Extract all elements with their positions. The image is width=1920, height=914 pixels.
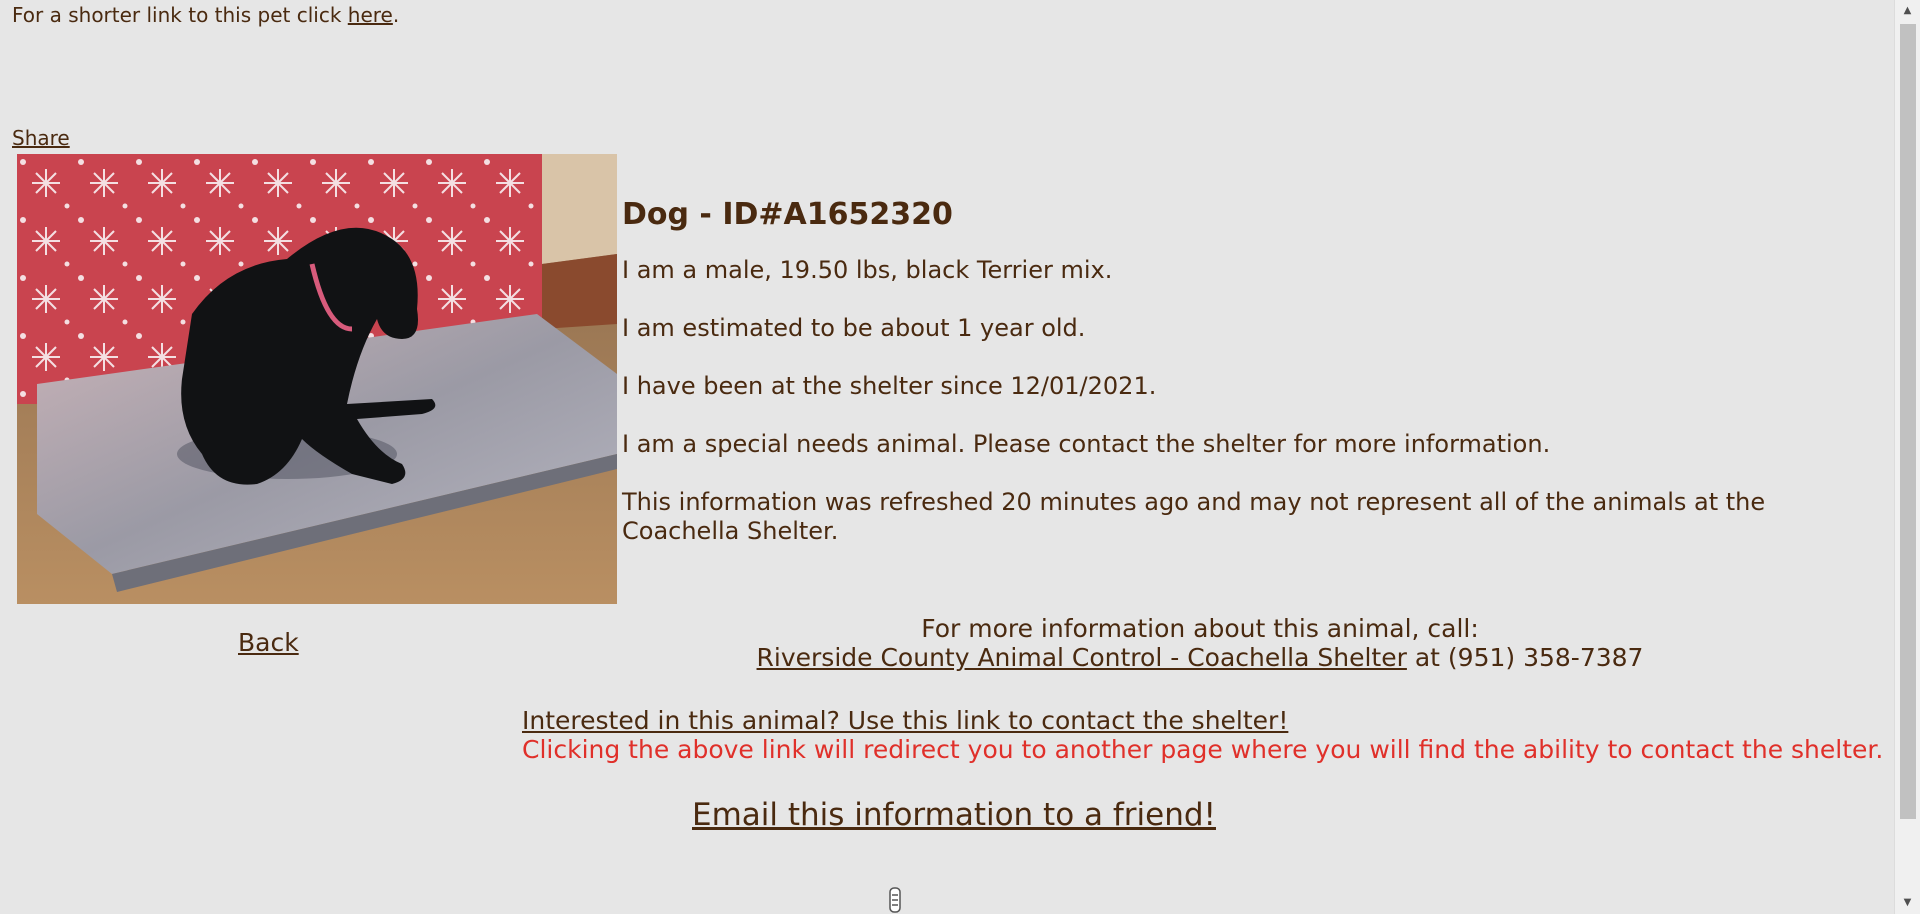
call-line: Riverside County Animal Control - Coache… <box>620 643 1780 672</box>
short-link-line: For a shorter link to this pet click her… <box>12 3 399 27</box>
redirect-note: Clicking the above link will redirect yo… <box>522 735 1884 764</box>
animal-detail-special-needs: I am a special needs animal. Please cont… <box>622 430 1551 458</box>
shelter-phone: at (951) 358-7387 <box>1406 643 1644 672</box>
scroll-down-arrow-icon[interactable]: ▼ <box>1895 892 1920 914</box>
animal-detail-refresh-note: This information was refreshed 20 minute… <box>622 488 1766 545</box>
shelter-link[interactable]: Riverside County Animal Control - Coache… <box>757 643 1407 672</box>
animal-title: Dog - ID#A1652320 <box>622 197 953 232</box>
short-link-period: . <box>392 3 400 27</box>
dog-photo-image <box>17 154 617 604</box>
scrollbar-thumb[interactable] <box>1900 24 1916 819</box>
contact-section: Interested in this animal? Use this link… <box>522 706 1883 764</box>
animal-photo <box>17 154 617 604</box>
call-info: For more information about this animal, … <box>620 614 1780 672</box>
animal-detail-sex-weight: I am a male, 19.50 lbs, black Terrier mi… <box>622 256 1113 284</box>
contact-shelter-link[interactable]: Interested in this animal? Use this link… <box>522 706 1288 735</box>
short-link-text: For a shorter link to this pet click <box>12 3 348 27</box>
animal-info: Dog - ID#A1652320 I am a male, 19.50 lbs… <box>622 200 1872 575</box>
loading-spinner-icon <box>889 887 901 913</box>
animal-detail-intake-date: I have been at the shelter since 12/01/2… <box>622 372 1157 400</box>
scroll-up-arrow-icon[interactable]: ▲ <box>1895 0 1920 22</box>
call-intro: For more information about this animal, … <box>921 614 1479 643</box>
vertical-scrollbar[interactable]: ▲ ▼ <box>1894 0 1920 914</box>
share-link[interactable]: Share <box>12 126 70 150</box>
back-link[interactable]: Back <box>238 628 299 657</box>
page: For a shorter link to this pet click her… <box>0 0 1895 914</box>
email-friend-link[interactable]: Email this information to a friend! <box>692 797 1216 833</box>
animal-detail-age: I am estimated to be about 1 year old. <box>622 314 1086 342</box>
short-link-here-link[interactable]: here <box>348 3 393 27</box>
